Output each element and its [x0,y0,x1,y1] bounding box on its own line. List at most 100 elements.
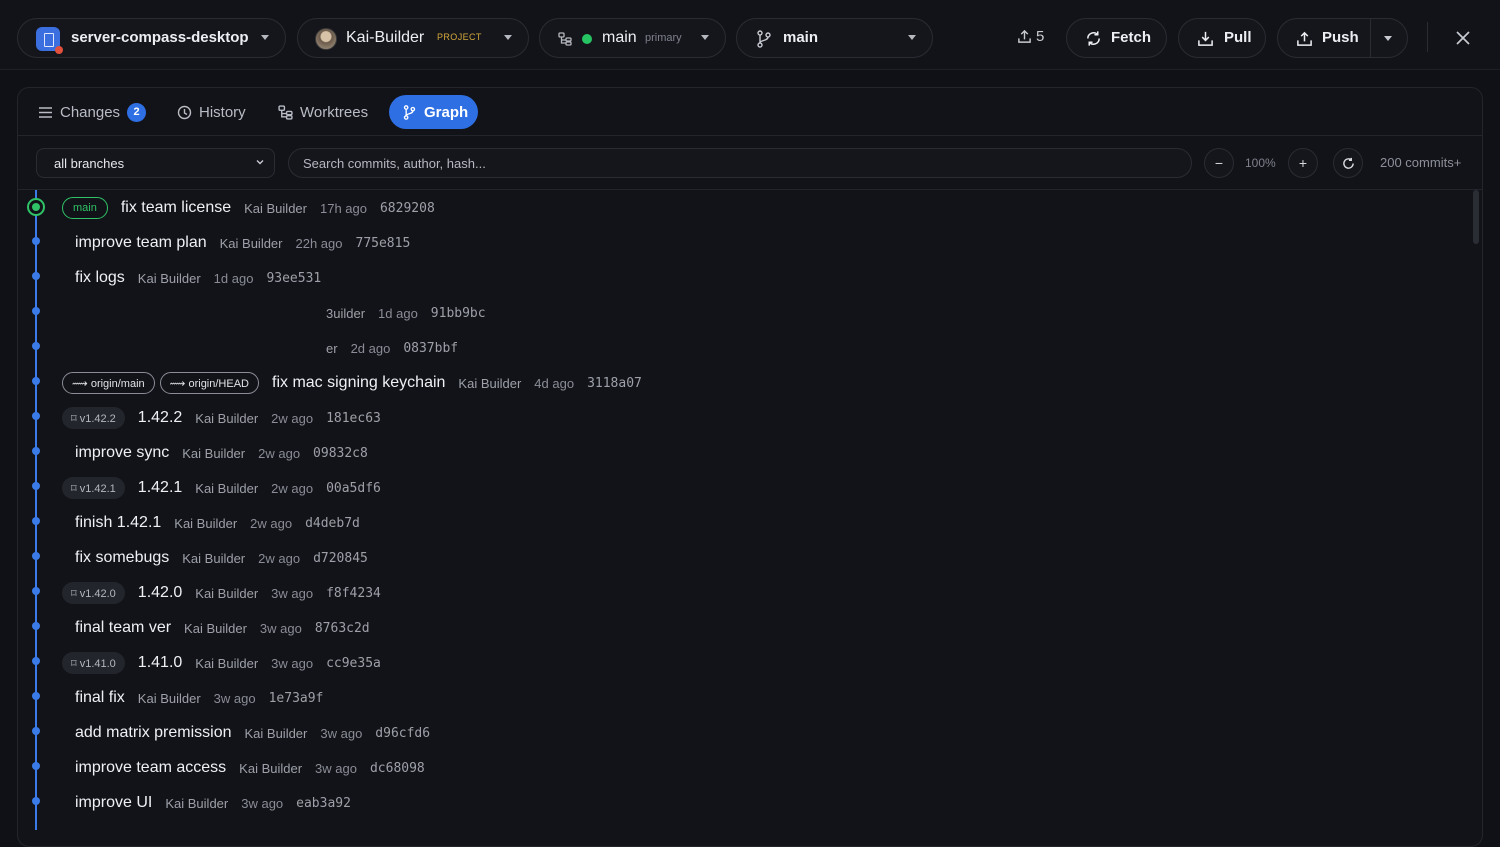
commit-hash[interactable]: 1e73a9f [269,691,324,706]
commit-row[interactable]: ⌑ v1.42.1 1.42.1 Kai Builder 2w ago 00a5df6 [18,470,1438,505]
commit-hash[interactable]: 181ec63 [326,411,381,426]
commit-message: add matrix premission [75,724,232,741]
zoom-out-button[interactable]: − [1204,148,1234,178]
upload-icon [1297,31,1312,46]
commit-row[interactable]: ⌑ v1.41.0 1.41.0 Kai Builder 3w ago cc9e35a [18,645,1438,680]
branch-filter-select[interactable]: all branches [36,148,275,178]
commit-hash[interactable]: eab3a92 [296,796,351,811]
commit-row[interactable]: finish 1.42.1 Kai Builder 2w ago d4deb7d [18,505,1438,540]
commit-row[interactable]: 3uilder 1d ago 91bb9bc [18,295,1438,330]
commit-row[interactable]: ⟿ origin/main ⟿ origin/HEAD fix mac sign… [18,365,1438,400]
commit-hash[interactable]: 91bb9bc [431,306,486,321]
git-panel: Changes 2 History Worktrees Graph all br… [17,87,1483,847]
commit-time: 22h ago [295,235,343,251]
clipped-commit-content: er 2d ago 0837bbf [62,336,582,360]
commit-hash[interactable]: d720845 [313,551,368,566]
tab-history-label: History [199,103,246,121]
fetch-button[interactable]: Fetch [1066,18,1167,58]
worktree-name: main [602,29,637,46]
tag-badge[interactable]: ⌑ v1.41.0 [62,652,125,674]
tab-worktrees[interactable]: Worktrees [278,95,368,129]
commit-hash[interactable]: 0837bbf [403,341,458,356]
commit-row[interactable]: improve team access Kai Builder 3w ago dc68… [18,750,1438,785]
commit-hash[interactable]: 93ee531 [266,271,321,286]
worktree-selector[interactable]: main primary [539,18,726,58]
commit-hash[interactable]: cc9e35a [326,656,381,671]
branch-filter-value: all branches [54,156,125,171]
refresh-icon [1087,31,1100,46]
refresh-icon [1342,157,1354,169]
commit-message: finish 1.42.1 [75,514,162,531]
commit-hash[interactable]: d4deb7d [305,516,360,531]
commit-row[interactable]: add matrix premission Kai Builder 3w ago d9… [18,715,1438,750]
commit-hash[interactable]: f8f4234 [326,586,381,601]
git-branch-icon [757,30,771,48]
commit-row[interactable]: improve team plan Kai Builder 22h ago 775e8… [18,225,1438,260]
commit-row[interactable]: er 2d ago 0837bbf [18,330,1438,365]
commit-hash[interactable]: 09832c8 [313,446,368,461]
tab-changes[interactable]: Changes 2 [38,95,147,129]
commit-time: 4d ago [534,375,575,391]
top-toolbar: server-compass-desktop Kai-Builder PROJE… [0,0,1500,70]
commit-author-partial: er [326,340,338,356]
tab-graph[interactable]: Graph [389,95,478,129]
tag-badge[interactable]: ⌑ v1.42.1 [62,477,125,499]
commit-node [32,657,40,665]
pull-label: Pull [1224,29,1252,46]
commit-node [32,377,40,385]
list-icon [39,106,52,118]
commit-row[interactable]: final fix Kai Builder 3w ago 1e73a9f [18,680,1438,715]
commit-time: 3w ago [213,690,256,706]
commit-row[interactable]: improve sync Kai Builder 2w ago 09832c8 [18,435,1438,470]
commit-message: 1.41.0 [137,654,183,671]
repo-selector[interactable]: server-compass-desktop [17,18,286,58]
scrollbar[interactable] [1473,190,1479,244]
remote-ref-badge[interactable]: ⟿ origin/main [62,372,155,394]
commit-message: fix somebugs [75,549,170,566]
commit-row[interactable]: final team ver Kai Builder 3w ago 8763c2d [18,610,1438,645]
commit-row[interactable]: improve UI Kai Builder 3w ago eab3a92 [18,785,1438,820]
commit-hash[interactable]: 00a5df6 [326,481,381,496]
commit-hash[interactable]: 8763c2d [315,621,370,636]
commit-hash[interactable]: 775e815 [356,236,411,251]
commit-time: 2w ago [271,410,314,426]
tab-history[interactable]: History [177,95,246,129]
commit-message: fix mac signing keychain [272,374,446,391]
project-selector[interactable]: Kai-Builder PROJECT [297,18,529,58]
commit-message: improve team access [75,759,227,776]
tag-badge[interactable]: ⌑ v1.42.2 [62,407,125,429]
commit-row[interactable]: fix logs Kai Builder 1d ago 93ee531 [18,260,1438,295]
ahead-count: 5 [1017,28,1044,45]
commit-row[interactable]: ⌑ v1.42.0 1.42.0 Kai Builder 3w ago f8f4234 [18,575,1438,610]
commit-hash[interactable]: 6829208 [380,201,435,216]
commit-row[interactable]: main fix team license Kai Builder 17h ag… [18,190,1438,225]
tag-badge[interactable]: ⌑ v1.42.0 [62,582,125,604]
refresh-button[interactable] [1333,148,1363,178]
zoom-in-button[interactable]: + [1288,148,1318,178]
branch-ref-badge[interactable]: main [62,197,108,219]
push-button[interactable]: Push [1277,18,1408,58]
commit-hash[interactable]: 3118a07 [587,376,642,391]
remote-ref-badge[interactable]: ⟿ origin/HEAD [159,372,259,394]
worktree-icon [278,104,293,120]
branch-selector[interactable]: main [736,18,933,58]
clipped-commit-content: 3uilder 1d ago 91bb9bc [62,301,582,325]
commit-time: 2w ago [250,515,293,531]
commit-node [32,587,40,595]
fetch-label: Fetch [1111,29,1152,46]
close-icon[interactable] [1453,28,1473,48]
commit-node [32,307,40,315]
commit-time: 3w ago [271,655,314,671]
commit-author: Kai Builder [137,270,201,286]
commit-author-partial: 3uilder [326,305,366,321]
commit-hash[interactable]: d96cfd6 [375,726,430,741]
search-input[interactable] [288,148,1192,178]
commit-message: 1.42.0 [137,584,183,601]
push-options-chevron-icon[interactable] [1384,36,1392,41]
commit-row[interactable]: fix somebugs Kai Builder 2w ago d720845 [18,540,1438,575]
pull-button[interactable]: Pull [1178,18,1266,58]
commit-time: 2w ago [271,480,314,496]
commit-hash[interactable]: dc68098 [370,761,425,776]
project-name: Kai-Builder [346,29,425,46]
commit-row[interactable]: ⌑ v1.42.2 1.42.2 Kai Builder 2w ago 181ec63 [18,400,1438,435]
